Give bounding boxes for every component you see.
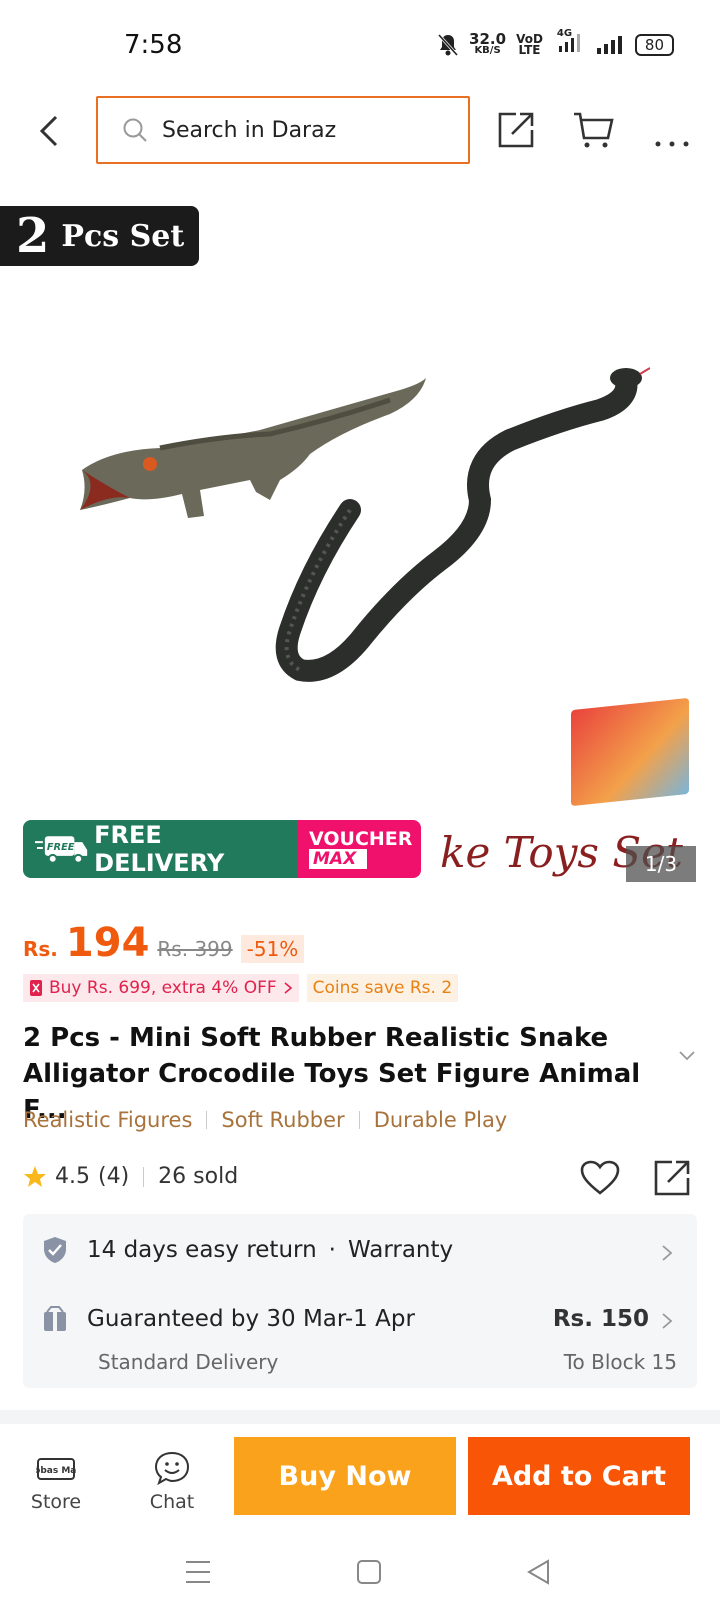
system-navigation-bar [0, 1535, 720, 1612]
add-to-cart-button[interactable]: Add to Cart [468, 1437, 690, 1515]
buy-now-button[interactable]: Buy Now [234, 1437, 456, 1515]
shield-check-icon [44, 1237, 66, 1263]
store-logo-icon: Abbas Mart [36, 1458, 76, 1480]
price-row: Rs. 194 Rs. 399 -51% [23, 920, 305, 966]
wishlist-heart-icon[interactable] [580, 1160, 620, 1196]
status-icons: 32.0 KB/S VoD LTE 4G 80 [437, 28, 674, 57]
back-arrow-icon[interactable] [34, 114, 64, 148]
home-icon[interactable] [356, 1559, 382, 1585]
network-speed: 32.0 KB/S [469, 29, 507, 56]
svg-text:Abbas Mart: Abbas Mart [36, 1466, 76, 1476]
star-icon [24, 1165, 46, 1187]
svg-text:FREE: FREE [47, 842, 75, 853]
discount-badge: -51% [240, 935, 305, 963]
back-triangle-icon[interactable] [526, 1559, 552, 1585]
sold-count: 26 sold [158, 1164, 239, 1189]
return-warranty-row[interactable]: 14 days easy return · Warranty [43, 1236, 453, 1264]
chevron-right-icon[interactable] [661, 1244, 673, 1262]
delivery-fee: Rs. 150 [552, 1306, 649, 1332]
image-counter: 1/3 [626, 846, 696, 882]
section-divider [0, 1410, 720, 1424]
promo-tags: Buy Rs. 699, extra 4% OFF Coins save Rs.… [23, 974, 459, 1002]
separator-dot: · [328, 1237, 336, 1263]
status-bar: 7:58 32.0 KB/S VoD LTE 4G 80 [0, 0, 720, 90]
rating-divider [143, 1166, 145, 1187]
tag-item: Realistic Figures [23, 1108, 193, 1132]
voucher-max-label: VOUCHER MAX [297, 820, 421, 878]
delivery-type: Standard Delivery [98, 1350, 279, 1374]
tag-item: Soft Rubber [221, 1108, 345, 1132]
menu-icon[interactable] [184, 1559, 212, 1585]
chat-button[interactable]: Chat [132, 1451, 212, 1513]
clock: 7:58 [124, 30, 183, 60]
signal-icon [596, 35, 622, 54]
original-price: Rs. 399 [157, 937, 233, 961]
product-image-carousel[interactable]: 2 Pcs Set ke Toys Set 1/3 FREE FREE DELI… [0, 180, 720, 900]
battery-indicator: 80 [634, 33, 674, 56]
service-info-box: 14 days easy return · Warranty Guarantee… [23, 1214, 697, 1388]
search-input[interactable] [162, 117, 442, 143]
search-icon [123, 118, 147, 142]
chat-icon [154, 1451, 190, 1485]
top-header [0, 96, 720, 166]
volte-indicator: VoD LTE [516, 31, 543, 57]
current-price: 194 [65, 920, 150, 966]
package-thumbnail-image [571, 697, 689, 807]
rating-row[interactable]: 4.5 (4) 26 sold [23, 1164, 238, 1189]
rating-count: (4) [98, 1164, 130, 1189]
coins-promo[interactable]: Coins save Rs. 2 [306, 974, 459, 1002]
snake-image [275, 367, 650, 682]
pcs-set-badge: 2 Pcs Set [0, 206, 199, 266]
search-bar[interactable] [96, 96, 470, 164]
bundle-promo[interactable]: Buy Rs. 699, extra 4% OFF [23, 974, 299, 1002]
more-options-icon[interactable] [652, 110, 694, 150]
chevron-right-icon [284, 982, 292, 994]
delivery-destination: To Block 15 [563, 1350, 677, 1374]
package-icon [44, 1306, 66, 1331]
signal-4g-icon: 4G [553, 28, 585, 57]
share-icon[interactable] [652, 1158, 694, 1198]
mute-bell-icon [437, 33, 459, 56]
store-button[interactable]: Abbas Mart Store [16, 1451, 96, 1513]
share-icon[interactable] [496, 110, 538, 150]
delivery-truck-icon: FREE [35, 836, 88, 864]
product-tags: Realistic Figures Soft Rubber Durable Pl… [23, 1108, 507, 1132]
rating-score: 4.5 [55, 1164, 90, 1189]
free-delivery-label: FREE FREE DELIVERY [23, 820, 297, 878]
bottom-action-bar: Abbas Mart Store Chat Buy Now Add to Car… [0, 1425, 720, 1535]
bundle-icon [30, 980, 42, 996]
tag-item: Durable Play [373, 1108, 508, 1132]
tag-divider [358, 1111, 360, 1129]
chevron-down-icon[interactable] [678, 1050, 696, 1062]
delivery-row[interactable]: Guaranteed by 30 Mar-1 Apr [43, 1306, 415, 1332]
tag-divider [206, 1111, 208, 1129]
currency-label: Rs. [23, 937, 58, 961]
free-delivery-banner: FREE FREE DELIVERY VOUCHER MAX [23, 820, 421, 878]
chevron-right-icon[interactable] [661, 1312, 673, 1330]
cart-icon[interactable] [572, 110, 614, 150]
